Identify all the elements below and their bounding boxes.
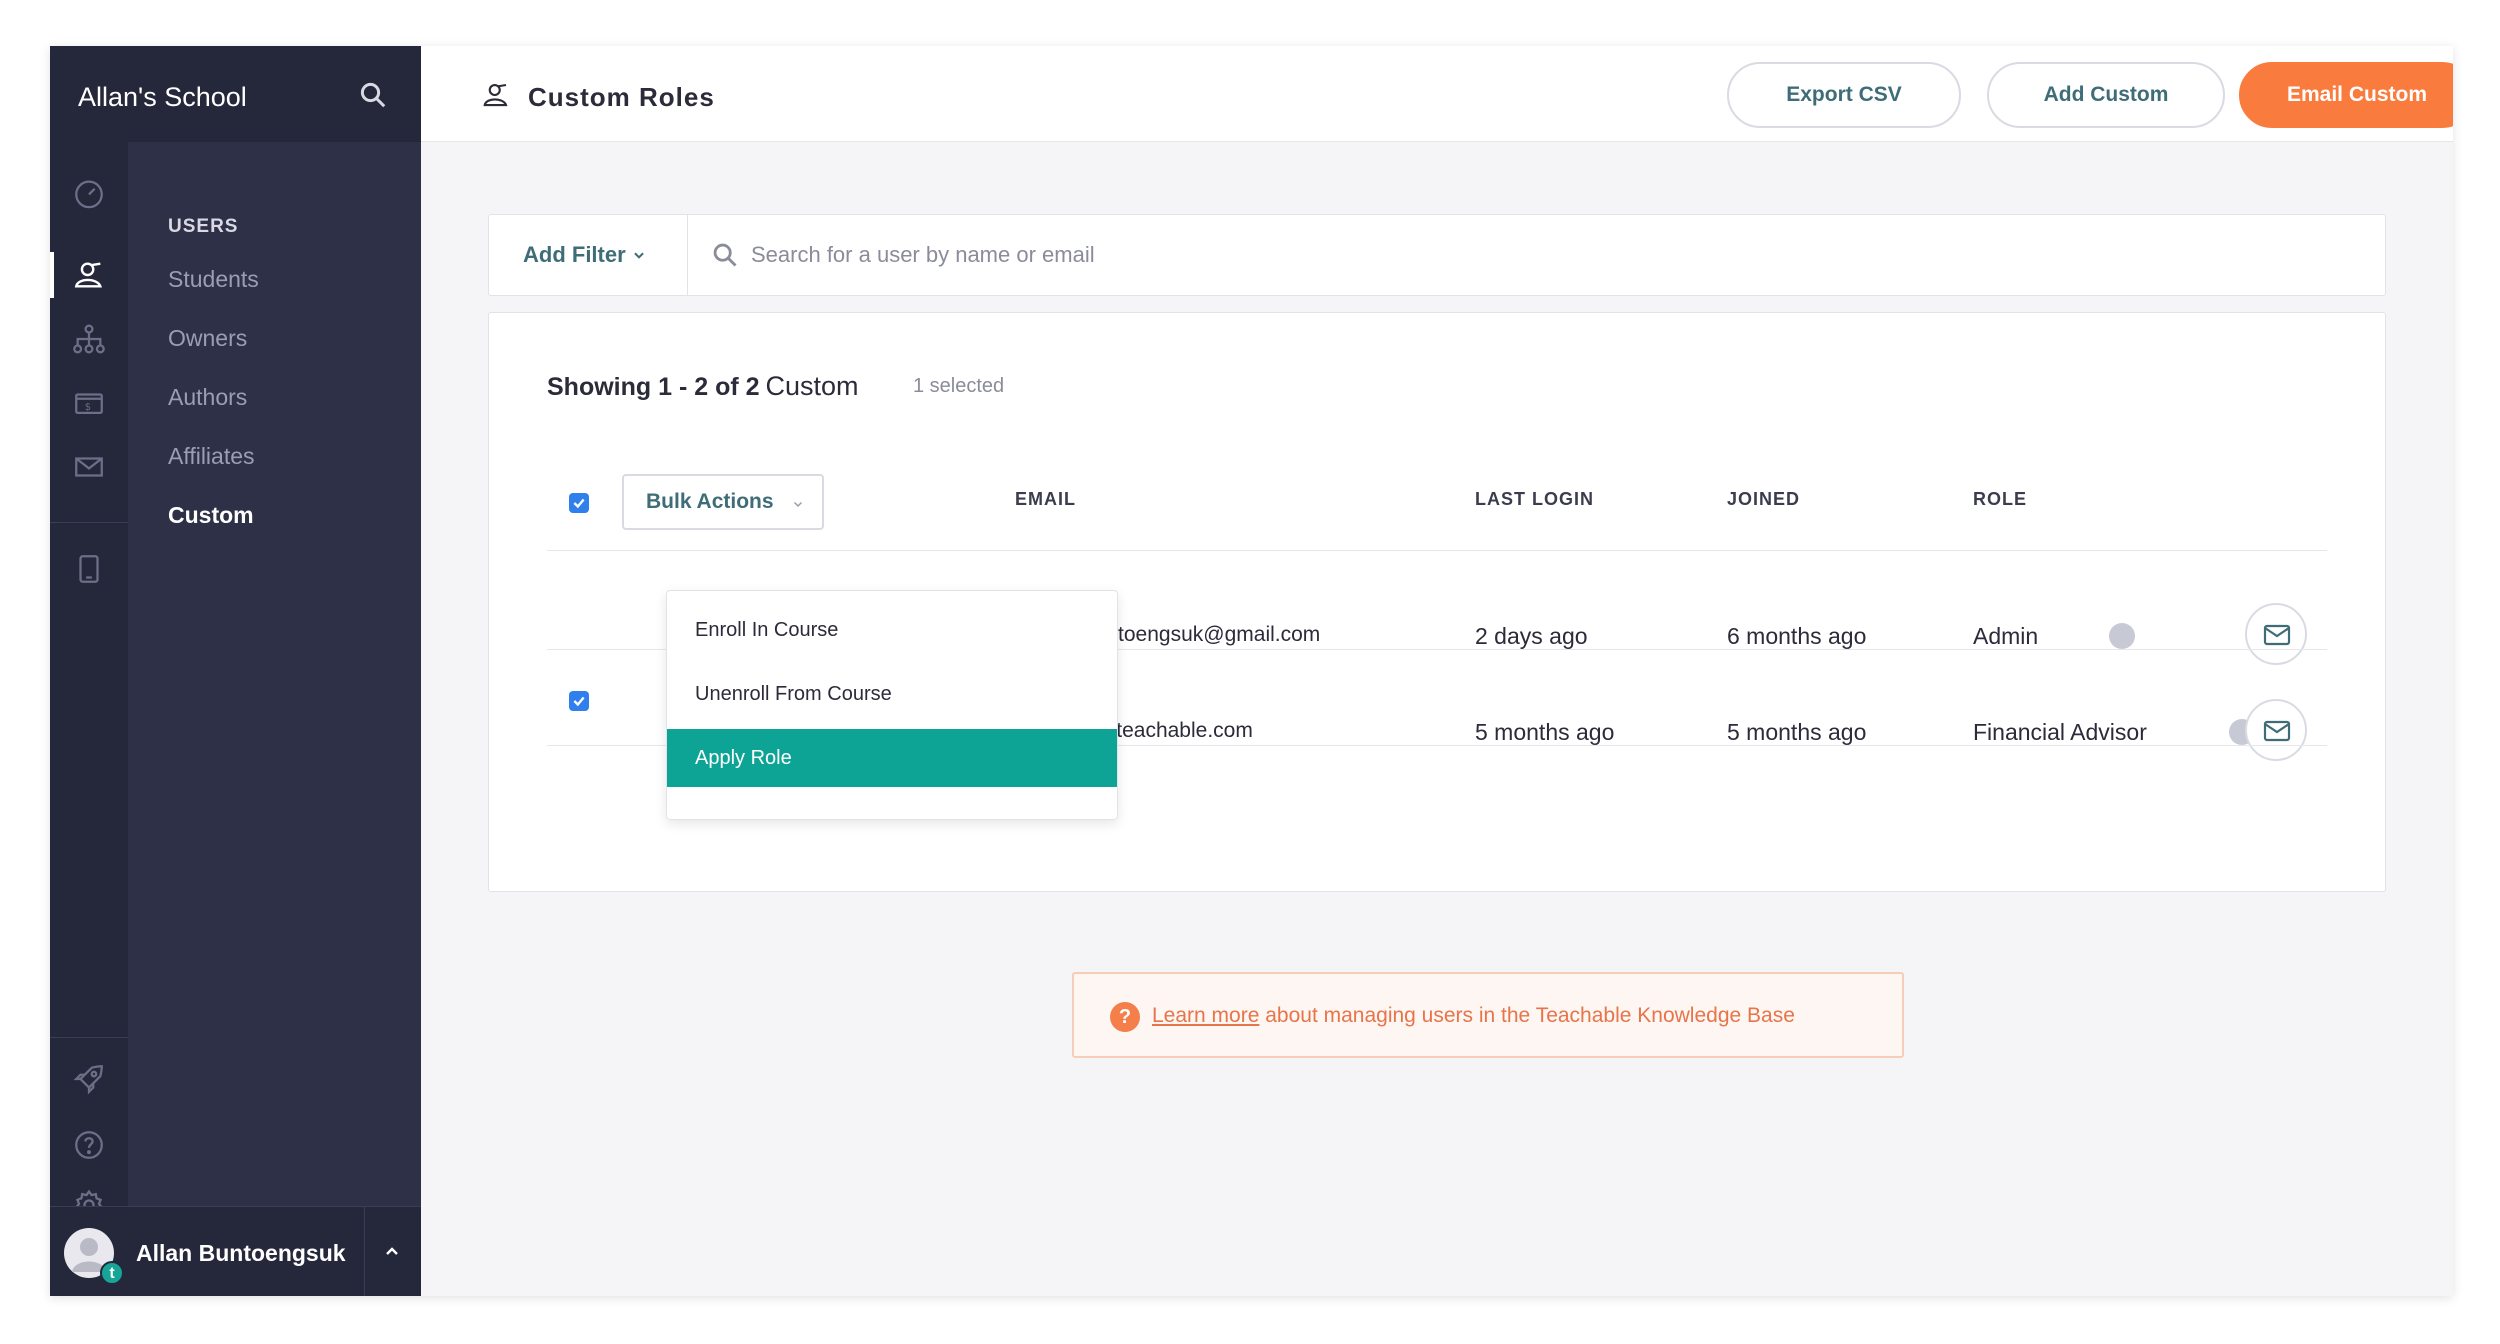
- help-icon: ?: [1110, 1002, 1140, 1032]
- row-1-joined: 6 months ago: [1727, 623, 1867, 649]
- row-2-email-button[interactable]: [2245, 699, 2307, 761]
- search-icon: [713, 243, 737, 267]
- dashboard-icon[interactable]: [72, 176, 106, 210]
- search-input[interactable]: [751, 237, 2351, 273]
- sidebar: Allan's School $ USERS Students Owners A…: [50, 46, 421, 1296]
- users-icon[interactable]: [72, 258, 106, 292]
- row-1-email-button[interactable]: [2245, 603, 2307, 665]
- sidebar-item-students[interactable]: Students: [168, 266, 259, 293]
- role-settings-icon[interactable]: [2109, 623, 2135, 649]
- rail-divider: [50, 522, 128, 523]
- row-2-joined: 5 months ago: [1727, 719, 1867, 745]
- results-summary: Showing 1 - 2 of 2 Custom: [547, 371, 859, 402]
- column-joined[interactable]: JOINED: [1727, 489, 1800, 510]
- column-last-login[interactable]: LAST LOGIN: [1475, 489, 1594, 510]
- email-icon[interactable]: [72, 450, 106, 484]
- notice-text: Learn more about managing users in the T…: [1152, 1004, 1795, 1028]
- check-icon: [573, 498, 585, 509]
- bulk-actions-button[interactable]: Bulk Actions: [622, 474, 824, 530]
- row-1-last-login: 2 days ago: [1475, 623, 1588, 649]
- row-1-role: Admin: [1973, 623, 2039, 649]
- sidebar-item-affiliates[interactable]: Affiliates: [168, 443, 255, 470]
- sidebar-item-authors[interactable]: Authors: [168, 384, 247, 411]
- row-2-checkbox[interactable]: [569, 691, 589, 711]
- sitemap-icon[interactable]: [72, 322, 106, 356]
- knowledge-base-notice: ? Learn more about managing users in the…: [1072, 972, 1904, 1058]
- search-icon[interactable]: [358, 80, 388, 110]
- showing-role: Custom: [765, 371, 859, 401]
- tablet-icon[interactable]: [72, 552, 106, 586]
- bulk-actions-menu: Enroll In Course Unenroll From Course Ap…: [666, 590, 1118, 820]
- rail-active-indicator: [50, 252, 54, 298]
- showing-count: Showing 1 - 2 of 2: [547, 373, 760, 401]
- sidebar-item-owners[interactable]: Owners: [168, 325, 247, 352]
- check-icon: [573, 696, 585, 707]
- row-divider: [547, 550, 2327, 551]
- filter-divider: [687, 215, 688, 295]
- email-icon: [2263, 624, 2291, 646]
- column-email[interactable]: EMAIL: [1015, 489, 1076, 510]
- user-bar: t Allan Buntoengsuk: [50, 1206, 421, 1296]
- row-2-role: Financial Advisor: [1973, 719, 2147, 745]
- rocket-icon[interactable]: [72, 1062, 106, 1096]
- email-custom-button[interactable]: Email Custom: [2239, 62, 2453, 128]
- page-title: Custom Roles: [528, 82, 715, 112]
- menu-item-apply-role[interactable]: Apply Role: [667, 729, 1117, 787]
- teachable-badge: t: [100, 1261, 124, 1285]
- email-icon: [2263, 720, 2291, 742]
- user-bar-divider: [364, 1207, 365, 1296]
- app-window: Allan's School $ USERS Students Owners A…: [50, 46, 2453, 1296]
- menu-item-enroll-in-course[interactable]: Enroll In Course: [667, 601, 1117, 659]
- selected-count: 1 selected: [913, 375, 1005, 397]
- icon-rail: $: [50, 142, 128, 1251]
- row-1-email[interactable]: buntoengsuk@gmail.com: [1083, 623, 1320, 647]
- export-csv-button[interactable]: Export CSV: [1727, 62, 1961, 128]
- learn-more-link[interactable]: Learn more: [1152, 1004, 1259, 1027]
- nav-heading-users: USERS: [168, 216, 239, 237]
- page-header: Custom Roles Export CSV Add Custom Email…: [421, 46, 2453, 142]
- add-filter-label: Add Filter: [523, 242, 626, 267]
- add-custom-button[interactable]: Add Custom: [1987, 62, 2225, 128]
- notice-body: about managing users in the Teachable Kn…: [1259, 1004, 1795, 1027]
- sidebar-item-custom[interactable]: Custom: [168, 502, 254, 529]
- select-all-checkbox[interactable]: [569, 493, 589, 513]
- chevron-up-icon[interactable]: [380, 1239, 404, 1263]
- add-filter-button[interactable]: Add Filter: [523, 242, 646, 268]
- school-name[interactable]: Allan's School: [78, 82, 247, 113]
- svg-text:$: $: [85, 402, 91, 413]
- row-2-last-login: 5 months ago: [1475, 719, 1615, 745]
- sales-icon[interactable]: $: [72, 386, 106, 420]
- filter-bar: Add Filter: [488, 214, 2386, 296]
- help-icon[interactable]: [72, 1128, 106, 1162]
- chevron-down-icon: [633, 252, 644, 259]
- chevron-down-icon: [793, 501, 803, 508]
- user-name[interactable]: Allan Buntoengsuk: [136, 1240, 346, 1267]
- bulk-actions-label: Bulk Actions: [646, 490, 774, 513]
- users-icon: [483, 83, 508, 107]
- school-bar: Allan's School: [50, 46, 421, 142]
- column-role[interactable]: ROLE: [1973, 489, 2027, 510]
- rail-divider: [50, 1037, 128, 1038]
- menu-item-unenroll-from-course[interactable]: Unenroll From Course: [667, 665, 1117, 723]
